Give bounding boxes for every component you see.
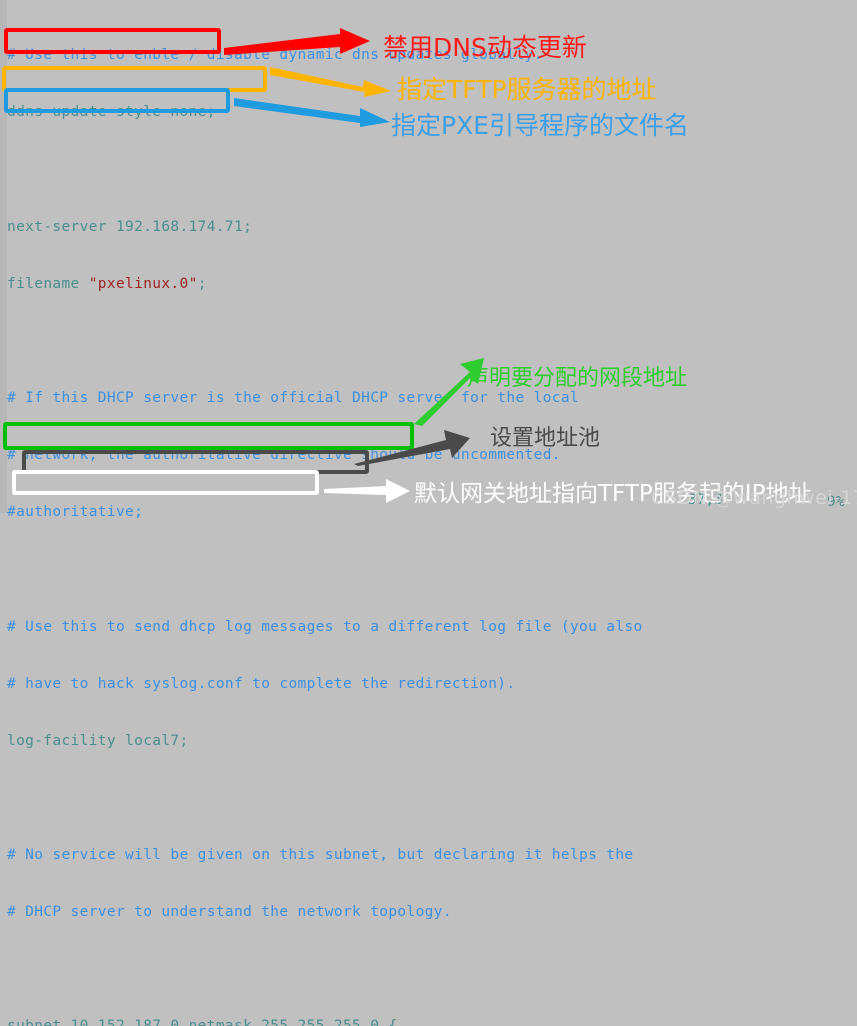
blue-arrow — [234, 98, 390, 127]
annotation-tftp-address: 指定TFTP服务器的地址 — [397, 75, 657, 104]
code-line-17: subnet 10.152.187.0 netmask 255.255.255.… — [7, 1017, 643, 1026]
white-arrow — [324, 479, 410, 503]
code-line-4: filename "pxelinux.0"; — [7, 275, 643, 294]
code-line-15: # DHCP server to understand the network … — [7, 904, 452, 921]
filename-keyword: filename — [7, 275, 89, 292]
annotation-pxe-filename: 指定PXE引导程序的文件名 — [391, 111, 689, 140]
blue-box-filename — [4, 88, 230, 113]
annotation-address-pool: 设置地址池 — [490, 426, 601, 451]
filename-semicolon: ; — [197, 275, 207, 292]
csdn-watermark: CSDN @wanghwei-17 — [651, 487, 857, 509]
code-line-12: log-facility local7; — [7, 732, 189, 749]
code-line-3: next-server 192.168.174.71; — [7, 218, 253, 235]
red-box-ddns — [4, 28, 221, 54]
white-box-option-routers — [12, 470, 319, 495]
dark-gray-arrow — [354, 430, 470, 466]
code-line-11: # have to hack syslog.conf to complete t… — [7, 675, 516, 692]
orange-arrow — [270, 67, 391, 97]
config-file-text: # Use this to enble / disable dynamic dn… — [7, 8, 643, 1026]
annotation-subnet-declaration: 声明要分配的网段地址 — [467, 366, 688, 391]
filename-string: "pxelinux.0" — [88, 275, 198, 292]
red-arrow — [224, 28, 370, 55]
code-line-10: # Use this to send dhcp log messages to … — [7, 618, 643, 635]
code-line-14: # No service will be given on this subne… — [7, 847, 634, 864]
annotation-disable-ddns: 禁用DNS动态更新 — [383, 33, 587, 62]
terminal-screen: # Use this to enble / disable dynamic dn… — [0, 0, 857, 1026]
